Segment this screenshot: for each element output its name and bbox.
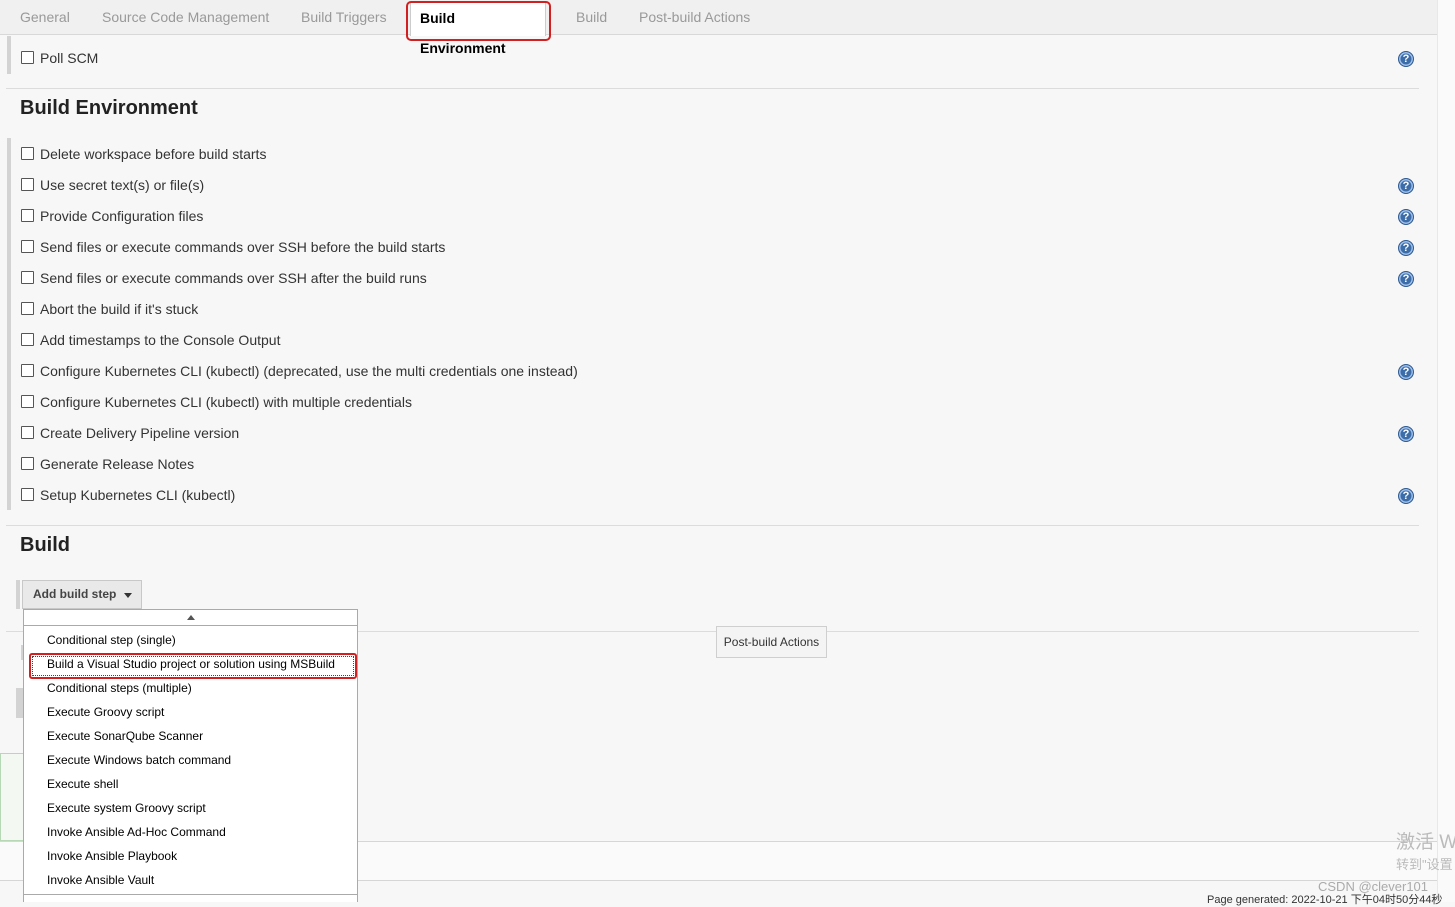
tab-build[interactable]: Build	[576, 0, 607, 34]
section-title-build-environment: Build Environment	[20, 97, 198, 119]
menu-item-execute-system-groovy[interactable]: Execute system Groovy script	[47, 796, 347, 820]
help-icon[interactable]: ?	[1398, 271, 1414, 287]
option-provide-config-files[interactable]: Provide Configuration files	[21, 206, 203, 226]
option-label: Create Delivery Pipeline version	[40, 425, 240, 441]
checkbox[interactable]	[21, 364, 34, 377]
option-ssh-after-build[interactable]: Send files or execute commands over SSH …	[21, 268, 427, 288]
option-label: Send files or execute commands over SSH …	[40, 270, 427, 286]
option-label: Setup Kubernetes CLI (kubectl)	[40, 487, 236, 503]
menu-item-conditional-steps-multiple[interactable]: Conditional steps (multiple)	[47, 676, 347, 700]
checkbox[interactable]	[21, 178, 34, 191]
post-build-actions-button[interactable]: Post-build Actions	[716, 626, 827, 658]
menu-item-execute-sonarqube-scanner[interactable]: Execute SonarQube Scanner	[47, 724, 347, 748]
checkbox[interactable]	[21, 209, 34, 222]
menu-item-ansible-adhoc[interactable]: Invoke Ansible Ad-Hoc Command	[47, 820, 347, 844]
help-icon[interactable]: ?	[1398, 209, 1414, 225]
option-label: Add timestamps to the Console Output	[40, 332, 281, 348]
tab-general[interactable]: General	[20, 0, 70, 34]
config-tabs: General Source Code Management Build Tri…	[0, 0, 1437, 56]
section-indent-bar	[7, 36, 11, 74]
chevron-up-icon	[187, 615, 195, 620]
add-build-step-button[interactable]: Add build step	[22, 580, 142, 609]
menu-item-conditional-step-single[interactable]: Conditional step (single)	[47, 628, 347, 652]
option-abort-if-stuck[interactable]: Abort the build if it's stuck	[21, 299, 198, 319]
section-indent-bar	[16, 580, 20, 609]
option-label: Send files or execute commands over SSH …	[40, 239, 446, 255]
section-title-build: Build	[20, 534, 70, 556]
menu-item-execute-windows-batch[interactable]: Execute Windows batch command	[47, 748, 347, 772]
tab-source-code-management[interactable]: Source Code Management	[102, 0, 269, 34]
checkbox[interactable]	[21, 426, 34, 439]
option-add-timestamps[interactable]: Add timestamps to the Console Output	[21, 330, 280, 350]
menu-item-execute-shell[interactable]: Execute shell	[47, 772, 347, 796]
csdn-watermark: CSDN @clever101	[1318, 879, 1429, 894]
vertical-scrollbar[interactable]	[1437, 0, 1455, 902]
option-ssh-before-build[interactable]: Send files or execute commands over SSH …	[21, 237, 445, 257]
option-poll-scm[interactable]: Poll SCM	[21, 48, 98, 68]
activation-watermark-sub: 转到"设置	[1396, 857, 1453, 872]
help-icon[interactable]: ?	[1398, 426, 1414, 442]
build-step-menu: Conditional step (single) Build a Visual…	[23, 626, 358, 902]
option-secret-text[interactable]: Use secret text(s) or file(s)	[21, 175, 204, 195]
help-icon[interactable]: ?	[1398, 488, 1414, 504]
option-label: Configure Kubernetes CLI (kubectl) (depr…	[40, 363, 578, 379]
menu-divider	[24, 894, 357, 895]
option-label: Use secret text(s) or file(s)	[40, 177, 205, 193]
checkbox[interactable]	[21, 302, 34, 315]
option-label: Delete workspace before build starts	[40, 146, 267, 162]
option-kubectl-multi-credentials[interactable]: Configure Kubernetes CLI (kubectl) with …	[21, 392, 412, 412]
checkbox[interactable]	[21, 333, 34, 346]
chevron-down-icon	[124, 593, 132, 598]
option-generate-release-notes[interactable]: Generate Release Notes	[21, 454, 194, 474]
checkbox[interactable]	[21, 488, 34, 501]
option-label: Abort the build if it's stuck	[40, 301, 199, 317]
menu-item-execute-groovy-script[interactable]: Execute Groovy script	[47, 700, 347, 724]
checkbox[interactable]	[21, 457, 34, 470]
option-delete-workspace[interactable]: Delete workspace before build starts	[21, 144, 266, 164]
checkbox[interactable]	[21, 395, 34, 408]
tab-build-environment[interactable]: Build Environment	[410, 2, 546, 56]
add-build-step-label: Add build step	[33, 587, 117, 601]
menu-item-ansible-vault[interactable]: Invoke Ansible Vault	[47, 868, 347, 892]
tab-post-build-actions[interactable]: Post-build Actions	[639, 0, 750, 34]
activation-watermark: 激活 W	[1396, 832, 1455, 853]
section-indent-bar	[16, 688, 23, 718]
checkbox[interactable]	[21, 271, 34, 284]
option-kubectl-deprecated[interactable]: Configure Kubernetes CLI (kubectl) (depr…	[21, 361, 578, 381]
section-divider	[6, 525, 1419, 526]
help-icon[interactable]: ?	[1398, 51, 1414, 67]
option-setup-kubectl[interactable]: Setup Kubernetes CLI (kubectl)	[21, 485, 235, 505]
option-label: Poll SCM	[40, 50, 99, 66]
option-label: Configure Kubernetes CLI (kubectl) with …	[40, 394, 412, 410]
help-icon[interactable]: ?	[1398, 364, 1414, 380]
tab-build-triggers[interactable]: Build Triggers	[301, 0, 387, 34]
option-label: Generate Release Notes	[40, 456, 195, 472]
checkbox[interactable]	[21, 51, 34, 64]
help-icon[interactable]: ?	[1398, 178, 1414, 194]
status-panel	[0, 753, 24, 841]
option-delivery-pipeline-version[interactable]: Create Delivery Pipeline version	[21, 423, 239, 443]
option-label: Provide Configuration files	[40, 208, 204, 224]
menu-item-ansible-playbook[interactable]: Invoke Ansible Playbook	[47, 844, 347, 868]
section-indent-bar	[7, 138, 11, 510]
checkbox[interactable]	[21, 147, 34, 160]
menu-item-msbuild[interactable]: Build a Visual Studio project or solutio…	[47, 652, 347, 676]
section-divider	[6, 88, 1419, 89]
checkbox[interactable]	[21, 240, 34, 253]
help-icon[interactable]: ?	[1398, 240, 1414, 256]
dropdown-scroll-up[interactable]	[23, 609, 358, 626]
